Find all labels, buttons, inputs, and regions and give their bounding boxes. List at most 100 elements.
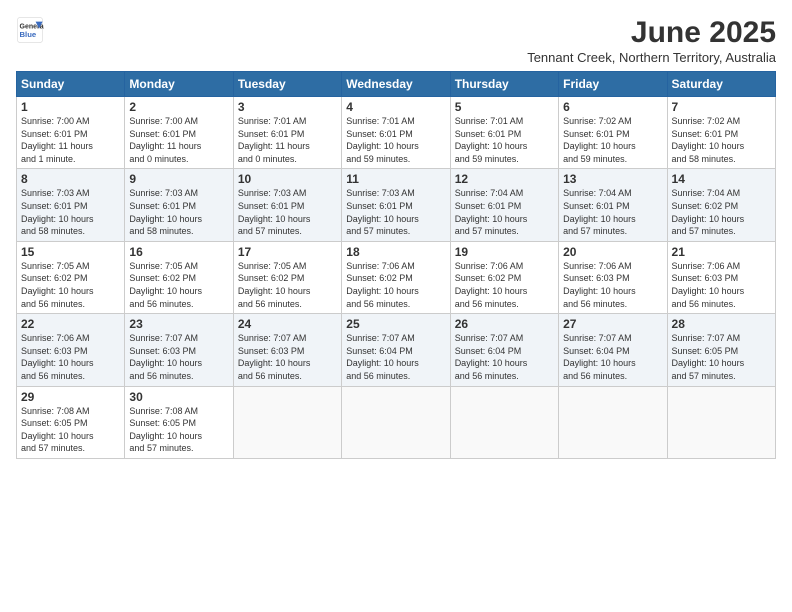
day-number: 28 (672, 317, 771, 331)
day-info: Sunrise: 7:03 AM Sunset: 6:01 PM Dayligh… (129, 187, 228, 237)
calendar-cell: 20Sunrise: 7:06 AM Sunset: 6:03 PM Dayli… (559, 241, 667, 313)
day-number: 5 (455, 100, 554, 114)
calendar-cell: 14Sunrise: 7:04 AM Sunset: 6:02 PM Dayli… (667, 169, 775, 241)
day-info: Sunrise: 7:03 AM Sunset: 6:01 PM Dayligh… (21, 187, 120, 237)
calendar-week: 15Sunrise: 7:05 AM Sunset: 6:02 PM Dayli… (17, 241, 776, 313)
day-info: Sunrise: 7:06 AM Sunset: 6:03 PM Dayligh… (672, 260, 771, 310)
day-number: 18 (346, 245, 445, 259)
calendar-cell: 28Sunrise: 7:07 AM Sunset: 6:05 PM Dayli… (667, 314, 775, 386)
day-number: 29 (21, 390, 120, 404)
calendar-week: 29Sunrise: 7:08 AM Sunset: 6:05 PM Dayli… (17, 386, 776, 458)
day-number: 11 (346, 172, 445, 186)
day-number: 13 (563, 172, 662, 186)
day-info: Sunrise: 7:08 AM Sunset: 6:05 PM Dayligh… (129, 405, 228, 455)
weekday-header: Wednesday (342, 72, 450, 97)
day-info: Sunrise: 7:02 AM Sunset: 6:01 PM Dayligh… (672, 115, 771, 165)
day-number: 22 (21, 317, 120, 331)
day-number: 8 (21, 172, 120, 186)
calendar-cell: 27Sunrise: 7:07 AM Sunset: 6:04 PM Dayli… (559, 314, 667, 386)
calendar-cell: 19Sunrise: 7:06 AM Sunset: 6:02 PM Dayli… (450, 241, 558, 313)
svg-text:Blue: Blue (20, 30, 37, 39)
logo-icon: General Blue (16, 16, 44, 44)
day-number: 21 (672, 245, 771, 259)
weekday-header: Tuesday (233, 72, 341, 97)
day-info: Sunrise: 7:08 AM Sunset: 6:05 PM Dayligh… (21, 405, 120, 455)
day-info: Sunrise: 7:04 AM Sunset: 6:02 PM Dayligh… (672, 187, 771, 237)
day-info: Sunrise: 7:07 AM Sunset: 6:04 PM Dayligh… (455, 332, 554, 382)
calendar-cell: 21Sunrise: 7:06 AM Sunset: 6:03 PM Dayli… (667, 241, 775, 313)
day-info: Sunrise: 7:00 AM Sunset: 6:01 PM Dayligh… (21, 115, 120, 165)
day-info: Sunrise: 7:02 AM Sunset: 6:01 PM Dayligh… (563, 115, 662, 165)
calendar-cell: 29Sunrise: 7:08 AM Sunset: 6:05 PM Dayli… (17, 386, 125, 458)
day-info: Sunrise: 7:00 AM Sunset: 6:01 PM Dayligh… (129, 115, 228, 165)
day-number: 23 (129, 317, 228, 331)
day-number: 12 (455, 172, 554, 186)
day-info: Sunrise: 7:07 AM Sunset: 6:04 PM Dayligh… (563, 332, 662, 382)
day-number: 30 (129, 390, 228, 404)
day-info: Sunrise: 7:03 AM Sunset: 6:01 PM Dayligh… (238, 187, 337, 237)
day-number: 26 (455, 317, 554, 331)
calendar-cell: 2Sunrise: 7:00 AM Sunset: 6:01 PM Daylig… (125, 97, 233, 169)
calendar-cell (342, 386, 450, 458)
day-info: Sunrise: 7:04 AM Sunset: 6:01 PM Dayligh… (455, 187, 554, 237)
logo: General Blue (16, 16, 44, 44)
title-block: June 2025 Tennant Creek, Northern Territ… (527, 16, 776, 65)
calendar-cell: 22Sunrise: 7:06 AM Sunset: 6:03 PM Dayli… (17, 314, 125, 386)
day-info: Sunrise: 7:06 AM Sunset: 6:02 PM Dayligh… (455, 260, 554, 310)
calendar-week: 22Sunrise: 7:06 AM Sunset: 6:03 PM Dayli… (17, 314, 776, 386)
day-info: Sunrise: 7:05 AM Sunset: 6:02 PM Dayligh… (238, 260, 337, 310)
day-number: 27 (563, 317, 662, 331)
day-info: Sunrise: 7:05 AM Sunset: 6:02 PM Dayligh… (21, 260, 120, 310)
day-number: 10 (238, 172, 337, 186)
calendar-cell: 18Sunrise: 7:06 AM Sunset: 6:02 PM Dayli… (342, 241, 450, 313)
day-number: 19 (455, 245, 554, 259)
day-info: Sunrise: 7:06 AM Sunset: 6:03 PM Dayligh… (21, 332, 120, 382)
calendar-cell: 5Sunrise: 7:01 AM Sunset: 6:01 PM Daylig… (450, 97, 558, 169)
calendar-cell: 12Sunrise: 7:04 AM Sunset: 6:01 PM Dayli… (450, 169, 558, 241)
calendar-cell: 10Sunrise: 7:03 AM Sunset: 6:01 PM Dayli… (233, 169, 341, 241)
calendar-cell: 11Sunrise: 7:03 AM Sunset: 6:01 PM Dayli… (342, 169, 450, 241)
weekday-header: Friday (559, 72, 667, 97)
calendar-cell: 8Sunrise: 7:03 AM Sunset: 6:01 PM Daylig… (17, 169, 125, 241)
day-info: Sunrise: 7:06 AM Sunset: 6:03 PM Dayligh… (563, 260, 662, 310)
day-number: 16 (129, 245, 228, 259)
weekday-header: Thursday (450, 72, 558, 97)
calendar-cell: 26Sunrise: 7:07 AM Sunset: 6:04 PM Dayli… (450, 314, 558, 386)
day-info: Sunrise: 7:01 AM Sunset: 6:01 PM Dayligh… (346, 115, 445, 165)
day-info: Sunrise: 7:04 AM Sunset: 6:01 PM Dayligh… (563, 187, 662, 237)
weekday-header: Monday (125, 72, 233, 97)
calendar-cell: 17Sunrise: 7:05 AM Sunset: 6:02 PM Dayli… (233, 241, 341, 313)
calendar-cell: 15Sunrise: 7:05 AM Sunset: 6:02 PM Dayli… (17, 241, 125, 313)
day-info: Sunrise: 7:07 AM Sunset: 6:03 PM Dayligh… (129, 332, 228, 382)
calendar-header: SundayMondayTuesdayWednesdayThursdayFrid… (17, 72, 776, 97)
calendar-cell: 6Sunrise: 7:02 AM Sunset: 6:01 PM Daylig… (559, 97, 667, 169)
location: Tennant Creek, Northern Territory, Austr… (527, 50, 776, 65)
day-number: 17 (238, 245, 337, 259)
day-number: 20 (563, 245, 662, 259)
weekday-header: Saturday (667, 72, 775, 97)
weekday-header: Sunday (17, 72, 125, 97)
calendar-cell: 13Sunrise: 7:04 AM Sunset: 6:01 PM Dayli… (559, 169, 667, 241)
day-number: 25 (346, 317, 445, 331)
calendar-week: 1Sunrise: 7:00 AM Sunset: 6:01 PM Daylig… (17, 97, 776, 169)
calendar-body: 1Sunrise: 7:00 AM Sunset: 6:01 PM Daylig… (17, 97, 776, 459)
day-number: 2 (129, 100, 228, 114)
calendar-cell: 23Sunrise: 7:07 AM Sunset: 6:03 PM Dayli… (125, 314, 233, 386)
day-info: Sunrise: 7:05 AM Sunset: 6:02 PM Dayligh… (129, 260, 228, 310)
day-number: 6 (563, 100, 662, 114)
day-info: Sunrise: 7:03 AM Sunset: 6:01 PM Dayligh… (346, 187, 445, 237)
calendar-cell: 4Sunrise: 7:01 AM Sunset: 6:01 PM Daylig… (342, 97, 450, 169)
day-number: 1 (21, 100, 120, 114)
day-info: Sunrise: 7:07 AM Sunset: 6:03 PM Dayligh… (238, 332, 337, 382)
day-number: 7 (672, 100, 771, 114)
calendar-cell: 9Sunrise: 7:03 AM Sunset: 6:01 PM Daylig… (125, 169, 233, 241)
day-number: 9 (129, 172, 228, 186)
calendar-cell: 1Sunrise: 7:00 AM Sunset: 6:01 PM Daylig… (17, 97, 125, 169)
calendar: SundayMondayTuesdayWednesdayThursdayFrid… (16, 71, 776, 459)
day-number: 24 (238, 317, 337, 331)
calendar-cell (450, 386, 558, 458)
calendar-cell: 25Sunrise: 7:07 AM Sunset: 6:04 PM Dayli… (342, 314, 450, 386)
calendar-cell (667, 386, 775, 458)
calendar-cell: 7Sunrise: 7:02 AM Sunset: 6:01 PM Daylig… (667, 97, 775, 169)
day-info: Sunrise: 7:07 AM Sunset: 6:04 PM Dayligh… (346, 332, 445, 382)
